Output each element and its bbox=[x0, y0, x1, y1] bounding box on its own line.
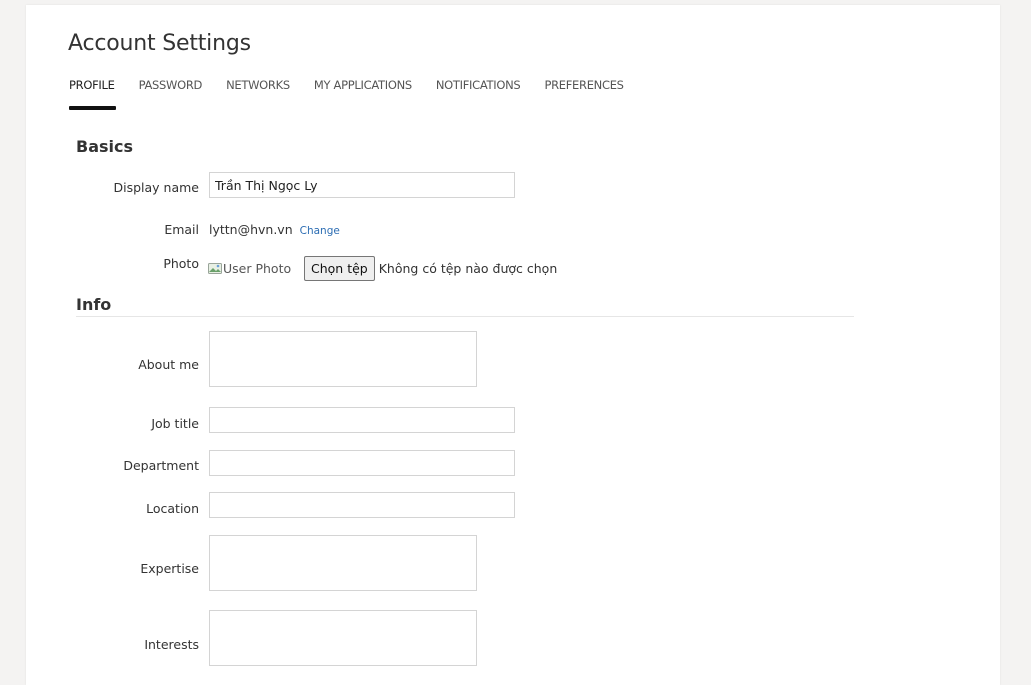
department-input[interactable] bbox=[209, 450, 515, 476]
tab-password[interactable]: PASSWORD bbox=[139, 78, 203, 100]
settings-tabs: PROFILE PASSWORD NETWORKS MY APPLICATION… bbox=[69, 78, 648, 110]
about-me-label: About me bbox=[138, 357, 199, 372]
interests-label: Interests bbox=[144, 637, 199, 652]
department-label: Department bbox=[123, 458, 199, 473]
user-photo-alt: User Photo bbox=[223, 261, 292, 276]
tab-my-applications[interactable]: MY APPLICATIONS bbox=[314, 78, 412, 100]
email-row: lyttn@hvn.vn Change bbox=[209, 222, 340, 237]
expertise-label: Expertise bbox=[140, 561, 199, 576]
info-heading: Info bbox=[76, 295, 112, 314]
tab-networks[interactable]: NETWORKS bbox=[226, 78, 290, 100]
tab-preferences[interactable]: PREFERENCES bbox=[544, 78, 624, 100]
job-title-input[interactable] bbox=[209, 407, 515, 433]
choose-file-button[interactable]: Chọn tệp bbox=[304, 256, 375, 281]
user-photo: User Photo bbox=[208, 261, 296, 276]
account-settings-card: Account Settings PROFILE PASSWORD NETWOR… bbox=[26, 5, 1000, 685]
email-label: Email bbox=[164, 222, 199, 237]
broken-image-icon bbox=[208, 263, 222, 274]
email-value: lyttn@hvn.vn bbox=[209, 222, 293, 237]
job-title-label: Job title bbox=[151, 416, 199, 431]
photo-row: User Photo Chọn tệp Không có tệp nào đượ… bbox=[208, 256, 557, 281]
page-title: Account Settings bbox=[68, 31, 251, 56]
change-email-link[interactable]: Change bbox=[300, 225, 340, 237]
info-divider bbox=[76, 316, 854, 317]
photo-label: Photo bbox=[163, 256, 199, 271]
expertise-textarea[interactable] bbox=[209, 535, 477, 591]
tab-profile[interactable]: PROFILE bbox=[69, 78, 116, 110]
display-name-input[interactable] bbox=[209, 172, 515, 198]
location-input[interactable] bbox=[209, 492, 515, 518]
no-file-chosen-text: Không có tệp nào được chọn bbox=[378, 261, 558, 276]
display-name-label: Display name bbox=[113, 180, 200, 195]
tab-notifications[interactable]: NOTIFICATIONS bbox=[436, 78, 521, 100]
location-label: Location bbox=[146, 501, 199, 516]
interests-textarea[interactable] bbox=[209, 610, 477, 666]
about-me-textarea[interactable] bbox=[209, 331, 477, 387]
basics-heading: Basics bbox=[76, 137, 134, 156]
